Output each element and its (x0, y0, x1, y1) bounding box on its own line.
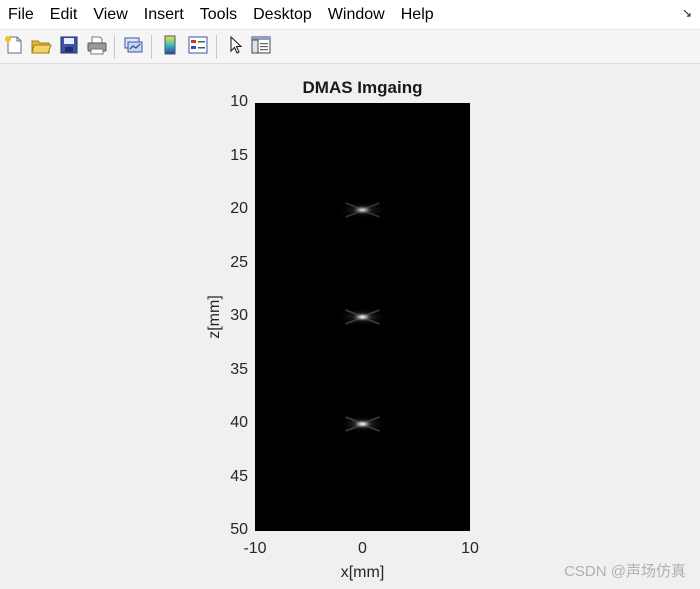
print-icon[interactable] (86, 34, 108, 56)
y-tick-label: 50 (230, 521, 248, 538)
open-file-icon[interactable] (30, 34, 52, 56)
y-tick-label: 35 (230, 360, 248, 378)
point-target-psf (336, 201, 389, 219)
x-tick-label: -10 (243, 540, 267, 557)
toolbar-separator (114, 35, 115, 59)
figure-toolbar (0, 30, 700, 64)
y-tick-label: 25 (230, 253, 248, 271)
psf-core (351, 312, 374, 322)
menu-edit[interactable]: Edit (42, 0, 86, 29)
menu-view[interactable]: View (85, 0, 135, 29)
watermark: CSDN @声场仿真 (564, 563, 686, 580)
menu-bar: File Edit View Insert Tools Desktop Window Help (0, 0, 700, 30)
point-target-psf (336, 415, 389, 433)
menu-tools[interactable]: Tools (192, 0, 245, 29)
x-tick-label: 10 (461, 540, 479, 557)
new-figure-icon[interactable] (3, 34, 25, 56)
pointer-icon[interactable] (224, 34, 246, 56)
y-axis-label: z[mm] (206, 295, 223, 339)
axes-title: DMAS Imgaing (302, 78, 423, 97)
menu-desktop[interactable]: Desktop (245, 0, 320, 29)
menu-window[interactable]: Window (320, 0, 393, 29)
menu-file[interactable]: File (0, 0, 42, 29)
x-axis-label: x[mm] (340, 564, 385, 581)
property-inspector-icon[interactable] (250, 34, 272, 56)
link-plot-icon[interactable] (122, 34, 144, 56)
colorbar-icon[interactable] (159, 34, 181, 56)
image-axes[interactable] (255, 103, 470, 531)
toolbar-separator (216, 35, 217, 59)
y-tick-label: 45 (230, 467, 248, 485)
psf-core (351, 205, 374, 215)
toolbar-separator (151, 35, 152, 59)
x-tick-label: 0 (358, 540, 367, 557)
dock-arrow-icon[interactable]: ↘ (682, 6, 692, 20)
y-tick-label: 40 (230, 414, 248, 431)
save-icon[interactable] (58, 34, 80, 56)
psf-core (351, 419, 374, 429)
y-tick-label: 30 (230, 307, 248, 324)
menu-help[interactable]: Help (393, 0, 442, 29)
y-tick-label: 10 (230, 93, 248, 110)
legend-icon[interactable] (187, 34, 209, 56)
menu-insert[interactable]: Insert (136, 0, 192, 29)
point-target-psf (336, 308, 389, 326)
y-tick-label: 15 (230, 146, 248, 164)
y-tick-label: 20 (230, 200, 248, 217)
